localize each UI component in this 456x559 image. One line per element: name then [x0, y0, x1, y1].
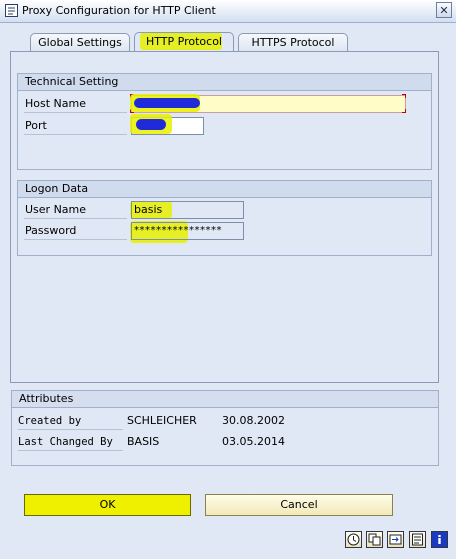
copy-icon[interactable] — [366, 531, 383, 548]
redaction-scribble — [136, 119, 166, 130]
tab-http-protocol[interactable]: HTTP Protocol — [134, 32, 234, 52]
navigate-icon[interactable] — [387, 531, 404, 548]
password-label: Password — [24, 222, 127, 240]
cancel-button[interactable]: Cancel — [205, 494, 393, 516]
last-changed-date-value: 03.05.2014 — [222, 435, 285, 448]
created-by-value: SCHLEICHER — [127, 414, 197, 427]
logon-data-header: Logon Data — [18, 181, 431, 198]
required-corner-mark — [402, 109, 406, 113]
user-name-label: User Name — [24, 201, 127, 219]
host-name-label: Host Name — [24, 95, 127, 113]
last-changed-by-label: Last Changed By — [18, 434, 123, 451]
notes-icon[interactable] — [409, 531, 426, 548]
tab-global-settings[interactable]: Global Settings — [30, 33, 130, 51]
title-bar: Proxy Configuration for HTTP Client ✕ — [0, 0, 456, 23]
last-changed-by-value: BASIS — [127, 435, 160, 448]
info-icon[interactable] — [431, 531, 448, 548]
redaction-scribble — [134, 98, 200, 108]
tab-https-protocol[interactable]: HTTPS Protocol — [238, 33, 348, 51]
created-by-label: Created by — [18, 413, 123, 430]
window-title: Proxy Configuration for HTTP Client — [22, 4, 216, 17]
user-name-field[interactable]: basis — [131, 201, 244, 219]
help-icon[interactable] — [345, 531, 362, 548]
close-icon[interactable]: ✕ — [436, 2, 452, 18]
ok-button[interactable]: OK — [24, 494, 191, 516]
created-date-value: 30.08.2002 — [222, 414, 285, 427]
window-icon — [5, 4, 18, 17]
technical-setting-header: Technical Setting — [18, 74, 431, 91]
required-corner-mark — [402, 94, 406, 98]
password-field[interactable]: **************** — [131, 222, 244, 240]
port-label: Port — [24, 117, 127, 135]
attributes-header: Attributes — [12, 391, 438, 408]
